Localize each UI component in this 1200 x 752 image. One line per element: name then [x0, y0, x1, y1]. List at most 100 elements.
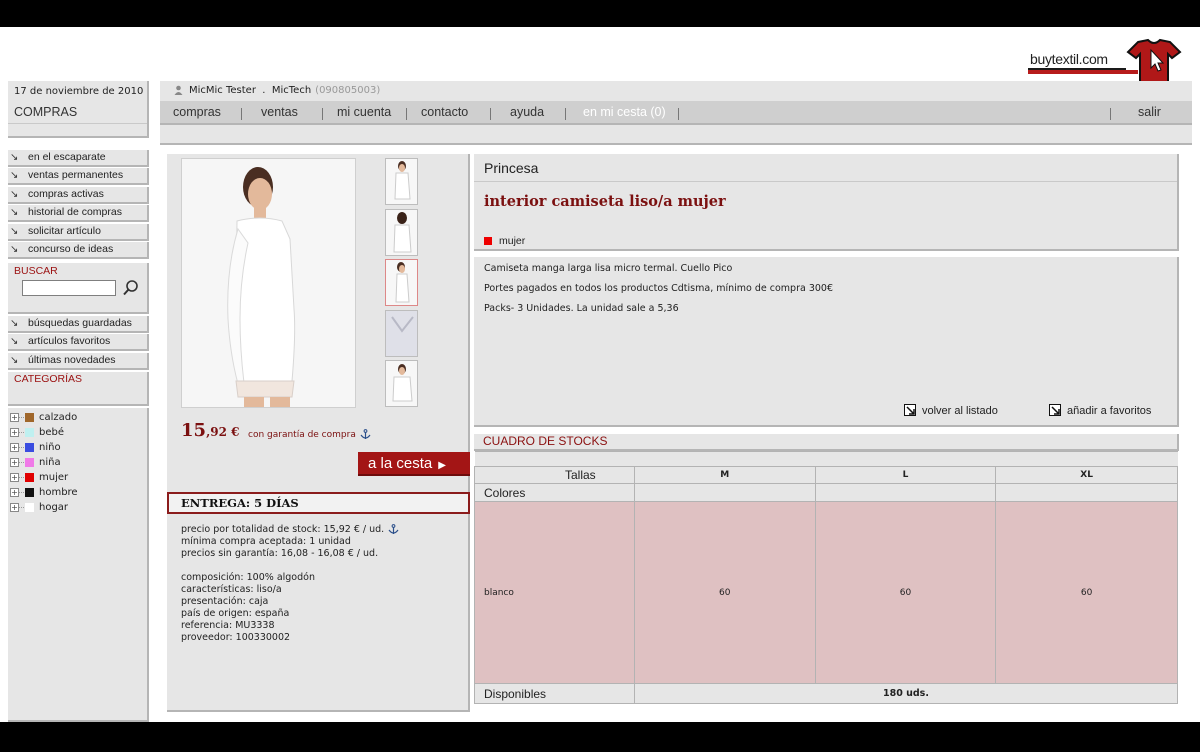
product-thumbnail[interactable] — [385, 158, 418, 205]
table-row: blanco 60 60 60 — [474, 501, 1178, 684]
expand-icon[interactable]: + — [10, 457, 19, 467]
nav-ventas[interactable]: ventas — [261, 105, 298, 119]
nav-logout[interactable]: salir — [1138, 105, 1161, 119]
sidebar-item-favoritos[interactable]: ↘ artículos favoritos — [8, 334, 149, 352]
description-line: Camiseta manga larga lisa micro termal. … — [484, 263, 733, 274]
sizes-header: Tallas — [474, 466, 635, 484]
link-label: volver al listado — [922, 405, 998, 417]
sidebar-item-label: concurso de ideas — [28, 242, 114, 255]
category-calzado[interactable]: + calzado — [8, 410, 147, 425]
product-thumbnail-selected[interactable] — [385, 259, 418, 306]
nav-contacto[interactable]: contacto — [421, 105, 468, 119]
back-to-list-link[interactable]: volver al listado — [904, 404, 998, 417]
expand-icon[interactable]: + — [10, 412, 19, 422]
expand-icon[interactable]: + — [10, 472, 19, 482]
stock-cell[interactable]: 60 — [814, 501, 997, 684]
detail-no-guarantee: precios sin garantía: 16,08 - 16,08 € / … — [181, 548, 379, 559]
categories-label: CATEGORÍAS — [14, 372, 83, 385]
sidebar-item-concurso[interactable]: ↘ concurso de ideas — [8, 241, 149, 259]
model-photo — [182, 159, 355, 407]
table-cell — [633, 483, 816, 502]
description-line: Packs- 3 Unidades. La unidad sale a 5,36 — [484, 303, 679, 314]
category-label: niño — [39, 441, 61, 453]
sidebar-item-busquedas[interactable]: ↘ búsquedas guardadas — [8, 315, 149, 333]
sidebar-item-compras-activas[interactable]: ↘ compras activas — [8, 186, 149, 204]
nav-separator — [406, 108, 407, 120]
search-panel: BUSCAR — [8, 262, 149, 314]
detail-stock-price: precio por totalidad de stock: 15,92 € /… — [181, 524, 399, 536]
table-header-row: Tallas M L XL — [474, 466, 1178, 484]
add-to-cart-button[interactable]: a la cesta ▶ — [358, 452, 470, 476]
product-thumbnail[interactable] — [385, 310, 418, 357]
colors-header-row: Colores — [474, 483, 1178, 502]
category-label: hogar — [39, 501, 69, 513]
sidebar-item-solicitar[interactable]: ↘ solicitar artículo — [8, 223, 149, 241]
anchor-icon[interactable] — [388, 524, 399, 535]
category-nina[interactable]: + niña — [8, 455, 147, 470]
color-name: blanco — [474, 501, 635, 684]
nav-cesta[interactable]: en mi cesta (0) — [583, 105, 666, 119]
stock-cell[interactable]: 60 — [995, 501, 1178, 684]
search-input[interactable] — [22, 279, 116, 296]
thumbnail-image — [386, 311, 417, 356]
detail-supplier: proveedor: 100330002 — [181, 632, 291, 643]
arrow-box-icon — [904, 404, 916, 416]
category-hogar[interactable]: + hogar — [8, 500, 147, 515]
cart-button-label: a la cesta — [368, 455, 433, 472]
product-description-box: Camiseta manga larga lisa micro termal. … — [474, 257, 1179, 427]
category-bebe[interactable]: + bebé — [8, 425, 147, 440]
nav-mi-cuenta[interactable]: mi cuenta — [337, 105, 391, 119]
product-details: precio por totalidad de stock: 15,92 € /… — [181, 524, 399, 644]
guarantee-note: con garantía de compra — [248, 429, 371, 440]
table-cell — [474, 451, 1178, 467]
arrow-icon: ↘ — [10, 243, 19, 255]
expand-icon[interactable]: + — [10, 502, 19, 512]
arrow-icon: ↘ — [10, 317, 19, 329]
logo-text: buytextil.com — [1028, 42, 1126, 70]
size-header: M — [633, 466, 816, 484]
date-section-box: 17 de noviembre de 2010 COMPRAS — [8, 81, 149, 138]
category-color-swatch — [25, 427, 34, 437]
arrow-icon: ↘ — [10, 336, 19, 348]
bottom-black-bar — [0, 722, 1200, 752]
category-nino[interactable]: + niño — [8, 440, 147, 455]
available-label: Disponibles — [474, 683, 635, 704]
expand-icon[interactable]: + — [10, 442, 19, 452]
nav-separator — [678, 108, 679, 120]
tree-connector — [19, 431, 24, 433]
product-title: interior camiseta liso/a mujer — [484, 193, 726, 210]
expand-icon[interactable]: + — [10, 427, 19, 437]
product-thumbnail[interactable] — [385, 209, 418, 256]
nav-separator — [565, 108, 566, 120]
category-label: hombre — [39, 486, 78, 498]
stock-cell[interactable]: 60 — [633, 501, 816, 684]
top-navigation: MicMic Tester . MicTech (090805003) compr… — [160, 81, 1192, 147]
category-mujer[interactable]: + mujer — [8, 470, 147, 485]
category-label: bebé — [39, 426, 64, 438]
search-icon[interactable] — [122, 279, 140, 297]
stock-table: Tallas M L XL Colores blanco 60 60 60 Di… — [474, 451, 1179, 704]
sidebar-item-historial[interactable]: ↘ historial de compras — [8, 205, 149, 223]
thumbnail-image — [393, 212, 412, 253]
current-date: 17 de noviembre de 2010 — [14, 86, 144, 97]
thumbnail-image — [392, 364, 413, 402]
product-thumbnail[interactable] — [385, 360, 418, 407]
user-identity: MicMic Tester . MicTech (090805003) — [189, 85, 381, 96]
sidebar-item-novedades[interactable]: ↘ últimas novedades — [8, 352, 149, 370]
nav-ayuda[interactable]: ayuda — [510, 105, 544, 119]
stocks-title: CUADRO DE STOCKS — [474, 434, 1179, 451]
sidebar-item-ventas-permanentes[interactable]: ↘ ventas permanentes — [8, 168, 149, 186]
category-hombre[interactable]: + hombre — [8, 485, 147, 500]
sidebar-item-escaparate[interactable]: ↘ en el escaparate — [8, 150, 149, 167]
delivery-banner: ENTREGA: 5 DÍAS — [167, 492, 470, 514]
expand-icon[interactable]: + — [10, 487, 19, 497]
category-color-swatch — [25, 442, 34, 452]
detail-origin: país de origen: españa — [181, 608, 290, 619]
nav-compras[interactable]: compras — [173, 105, 221, 119]
add-to-favorites-link[interactable]: añadir a favoritos — [1049, 404, 1151, 417]
anchor-icon[interactable] — [360, 429, 371, 440]
product-category-tag: mujer — [484, 235, 525, 247]
product-main-image[interactable] — [181, 158, 356, 408]
product-header-box: Princesa interior camiseta liso/a mujer … — [474, 154, 1179, 251]
